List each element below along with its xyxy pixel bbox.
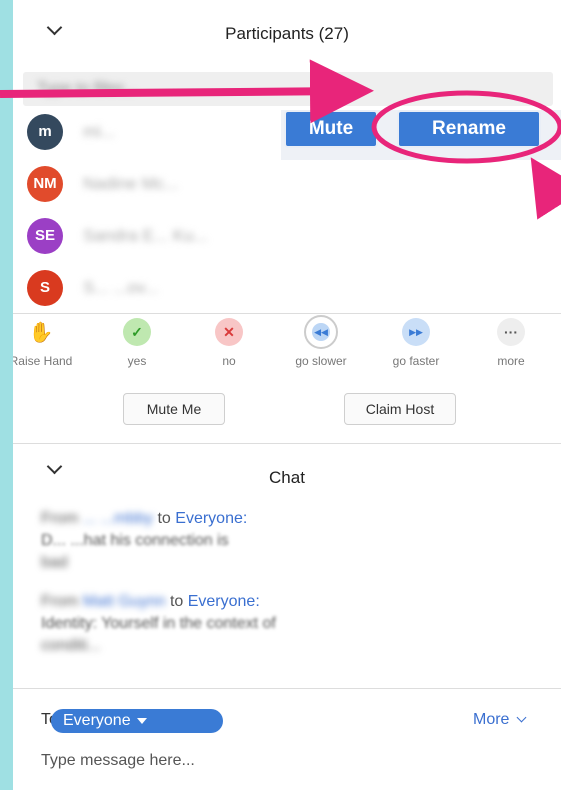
message-to: to xyxy=(157,510,171,527)
participant-row[interactable]: S S... ...ov... xyxy=(13,262,561,314)
participants-header: Participants (27) xyxy=(13,0,561,65)
reaction-go-slower[interactable]: ◀◀ go slower xyxy=(281,315,361,368)
message-from: From xyxy=(41,593,79,610)
avatar: NM xyxy=(27,166,63,202)
chat-title: Chat xyxy=(269,468,305,487)
participant-name: Nadine Mc... xyxy=(83,174,179,193)
reaction-label: go slower xyxy=(295,354,347,368)
input-placeholder: Type message here... xyxy=(41,752,195,769)
mute-button[interactable]: Mute xyxy=(284,110,378,148)
rename-button[interactable]: Rename xyxy=(397,110,541,148)
recipient-select-value: Everyone xyxy=(63,712,131,729)
message-recipient: Everyone: xyxy=(187,593,260,610)
reaction-label: more xyxy=(497,354,525,368)
participant-row[interactable]: m mi... Mute Rename xyxy=(13,106,561,160)
message-sender: ... ...mbby xyxy=(82,510,154,527)
reaction-label: go faster xyxy=(392,354,440,368)
reaction-label: Raise Hand xyxy=(13,354,73,368)
divider xyxy=(13,443,561,444)
avatar: m xyxy=(27,114,63,150)
participant-name: Sandra E... Ku... xyxy=(83,226,208,245)
reaction-raise-hand[interactable]: ✋ Raise Hand xyxy=(13,318,81,369)
message-to: to xyxy=(169,593,184,610)
avatar: SE xyxy=(27,218,63,254)
participant-name: S... ...ov... xyxy=(83,278,159,297)
message-body: conditi... xyxy=(41,637,101,654)
rewind-icon: ◀◀ xyxy=(304,315,338,349)
reaction-more[interactable]: ··· more xyxy=(471,318,551,368)
participant-row[interactable]: NM Nadine Mc... xyxy=(13,158,561,210)
more-button[interactable]: More xyxy=(473,711,527,729)
reaction-label: yes xyxy=(127,354,147,368)
reaction-no[interactable]: ✕ no xyxy=(189,318,269,368)
chevron-down-icon xyxy=(516,712,527,723)
search-placeholder: Type to filter... xyxy=(37,80,137,97)
message-sender: Matt Guynn xyxy=(82,593,166,610)
participants-title: Participants (27) xyxy=(225,24,349,43)
x-icon: ✕ xyxy=(215,318,243,346)
reaction-yes[interactable]: ✓ yes xyxy=(97,318,177,368)
participant-name: mi... xyxy=(83,122,116,141)
check-icon: ✓ xyxy=(123,318,151,346)
raise-hand-icon: ✋ xyxy=(28,321,54,344)
participant-row[interactable]: SE Sandra E... Ku... xyxy=(13,210,561,262)
divider xyxy=(13,313,561,314)
divider xyxy=(13,688,561,689)
zoom-panel: Participants (27) Type to filter... m mi… xyxy=(13,0,561,790)
avatar: S xyxy=(27,270,63,306)
more-label: More xyxy=(473,711,510,728)
reaction-go-faster[interactable]: ▶▶ go faster xyxy=(376,318,456,368)
message-body: bad xyxy=(41,554,68,571)
message-body: Identity: Yourself in the context of xyxy=(41,615,276,632)
chat-message-input[interactable]: Type message here... xyxy=(41,752,195,770)
ellipsis-icon: ··· xyxy=(497,318,525,346)
message-body: D... ...hat his connection is xyxy=(41,532,229,549)
claim-host-button[interactable]: Claim Host xyxy=(344,393,456,425)
caret-down-icon xyxy=(136,717,147,724)
recipient-select[interactable]: Everyone xyxy=(51,709,223,733)
reaction-label: no xyxy=(222,354,236,368)
fast-forward-icon: ▶▶ xyxy=(402,318,430,346)
message-recipient: Everyone: xyxy=(175,510,248,527)
participants-search-input[interactable]: Type to filter... xyxy=(23,72,553,106)
message-from: From xyxy=(41,510,79,527)
mute-me-button[interactable]: Mute Me xyxy=(123,393,225,425)
